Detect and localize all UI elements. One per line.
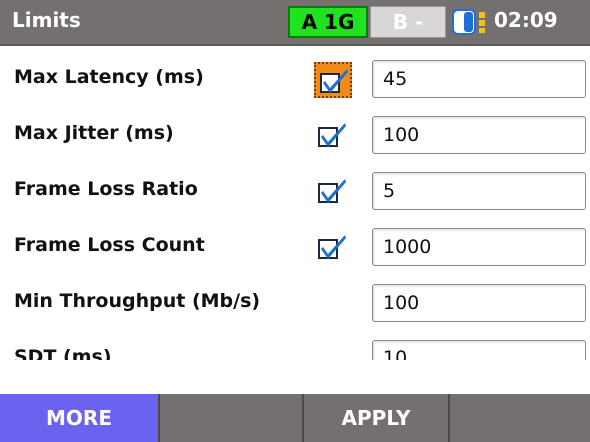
max-jitter-checkbox[interactable] (314, 118, 352, 154)
checkmark-icon (318, 123, 346, 147)
softkey-bar: MORE APPLY (0, 394, 590, 442)
limit-row-max-jitter: Max Jitter (ms) 100 (0, 108, 590, 164)
apply-softkey[interactable]: APPLY (304, 394, 450, 442)
port-a-status[interactable]: A 1G (288, 6, 368, 38)
port-a-label: A 1G (301, 10, 355, 34)
port-b-status[interactable]: B - (370, 6, 446, 38)
sdt-input-frame: 10 (372, 340, 586, 360)
frame-loss-count-label: Frame Loss Count (14, 234, 205, 256)
frame-loss-ratio-label: Frame Loss Ratio (14, 178, 198, 200)
min-throughput-input[interactable]: 100 (372, 284, 586, 322)
frame-loss-count-checkbox[interactable] (314, 230, 352, 266)
checkmark-icon (320, 69, 348, 93)
sdt-input-value[interactable]: 10 (383, 347, 407, 360)
softkey-2[interactable] (160, 394, 304, 442)
max-latency-label: Max Latency (ms) (14, 66, 204, 88)
max-jitter-input[interactable]: 100 (372, 116, 586, 154)
checkmark-icon (318, 235, 346, 259)
page-title: Limits (12, 8, 81, 32)
limit-row-frame-loss-count: Frame Loss Count 1000 (0, 220, 590, 276)
title-bar: Limits A 1G B - 02:09 (0, 0, 590, 46)
limit-row-max-latency: Max Latency (ms) 45 (0, 52, 590, 108)
softkey-4[interactable] (450, 394, 590, 442)
frame-loss-ratio-input[interactable]: 5 (372, 172, 586, 210)
sdt-input-visible: 10 (372, 340, 586, 360)
max-latency-checkbox[interactable] (314, 62, 352, 98)
max-jitter-label: Max Jitter (ms) (14, 122, 174, 144)
frame-loss-ratio-checkbox[interactable] (314, 174, 352, 210)
content-area-bottom (0, 360, 590, 394)
port-b-label: B - (392, 10, 424, 34)
min-throughput-label: Min Throughput (Mb/s) (14, 290, 261, 312)
apply-softkey-label: APPLY (341, 406, 411, 430)
more-softkey[interactable]: MORE (0, 394, 160, 442)
battery-icon (452, 9, 485, 35)
frame-loss-count-input[interactable]: 1000 (372, 228, 586, 266)
limit-row-frame-loss-ratio: Frame Loss Ratio 5 (0, 164, 590, 220)
more-softkey-label: MORE (46, 406, 112, 430)
checkmark-icon (318, 179, 346, 203)
clock: 02:09 (494, 8, 558, 32)
sdt-label: SDT (ms) (14, 346, 112, 360)
limit-row-min-throughput: Min Throughput (Mb/s) 100 (0, 276, 590, 332)
max-latency-input[interactable]: 45 (372, 60, 586, 98)
